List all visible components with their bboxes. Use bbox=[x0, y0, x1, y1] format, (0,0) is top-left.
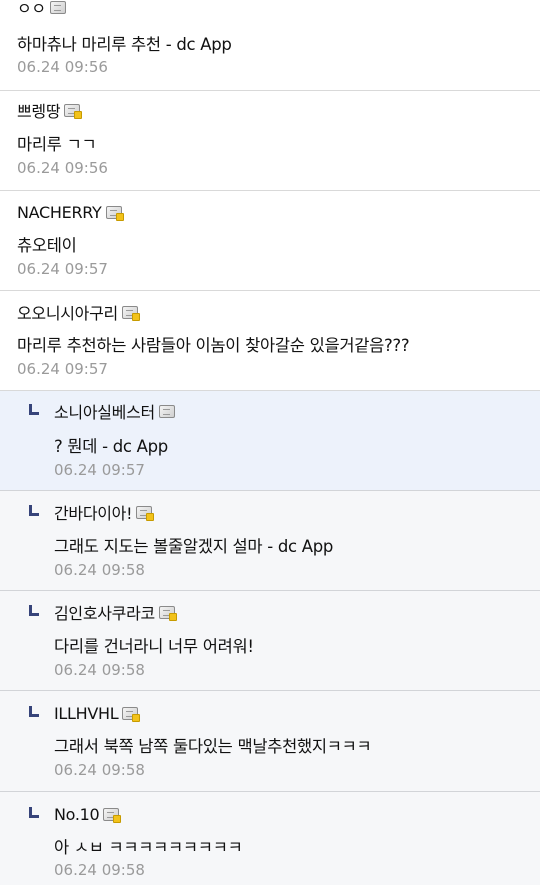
comment-text: 츄오테이 bbox=[17, 236, 77, 255]
comment-date: 06.24 09:57 bbox=[54, 461, 145, 479]
member-gold-icon bbox=[105, 205, 124, 221]
reply-item[interactable]: 간바다이아! 그래도 지도는 볼줄알겠지 설마 - dc App 06.24 0… bbox=[0, 491, 540, 591]
comment-text: 마리루 ㄱㄱ bbox=[17, 135, 97, 154]
reply-arrow-icon bbox=[29, 605, 39, 616]
comment-nickname[interactable]: 소니아실베스터 bbox=[54, 399, 155, 423]
comment-nickname[interactable]: 간바다이아! bbox=[54, 500, 133, 524]
member-gold-icon bbox=[121, 305, 140, 321]
member-icon bbox=[49, 0, 66, 14]
comment-date: 06.24 09:58 bbox=[54, 861, 145, 879]
comment-item[interactable]: 쁘렝땅 마리루 ㄱㄱ 06.24 09:56 bbox=[0, 91, 540, 191]
member-icon bbox=[158, 404, 175, 418]
member-gold-icon bbox=[64, 103, 83, 119]
comment-nickname[interactable]: 쁘렝땅 bbox=[17, 98, 61, 122]
comment-date: 06.24 09:58 bbox=[54, 561, 145, 579]
comment-nickname[interactable]: No.10 bbox=[54, 805, 100, 824]
reply-arrow-icon bbox=[29, 706, 39, 717]
member-gold-icon bbox=[122, 706, 141, 722]
member-gold-icon bbox=[136, 505, 155, 521]
reply-arrow-icon bbox=[29, 404, 39, 415]
comment-nickname[interactable]: ILLHVHL bbox=[54, 704, 119, 723]
comment-date: 06.24 09:56 bbox=[17, 58, 108, 76]
comment-date: 06.24 09:57 bbox=[17, 360, 108, 378]
reply-arrow-icon bbox=[29, 505, 39, 516]
reply-item[interactable]: 소니아실베스터 ? 뭔데 - dc App 06.24 09:57 bbox=[0, 391, 540, 491]
comment-item[interactable]: ㅇㅇ 하마츄나 마리루 추천 - dc App 06.24 09:56 bbox=[0, 0, 540, 91]
member-gold-icon bbox=[103, 807, 122, 823]
comment-text: 아 ㅅㅂ ㅋㅋㅋㅋㅋㅋㅋㅋㅋ bbox=[54, 838, 243, 857]
comment-nickname[interactable]: ㅇㅇ bbox=[17, 0, 46, 19]
comment-header: 쁘렝땅 bbox=[17, 98, 83, 122]
comment-text: 그래도 지도는 볼줄알겠지 설마 - dc App bbox=[54, 537, 334, 556]
comment-item[interactable]: NACHERRY 츄오테이 06.24 09:57 bbox=[0, 191, 540, 291]
comment-text: ? 뭔데 - dc App bbox=[54, 437, 168, 456]
comment-date: 06.24 09:57 bbox=[17, 260, 108, 278]
comment-nickname[interactable]: 오오니시아구리 bbox=[17, 300, 118, 324]
reply-item[interactable]: ILLHVHL 그래서 북쪽 남쪽 둘다있는 맥날추천했지ㅋㅋㅋ 06.24 0… bbox=[0, 691, 540, 792]
comment-header: NACHERRY bbox=[17, 201, 124, 223]
comment-nickname[interactable]: 김인호사쿠라코 bbox=[54, 600, 155, 624]
comment-date: 06.24 09:56 bbox=[17, 159, 108, 177]
comment-header: 소니아실베스터 bbox=[29, 400, 175, 422]
comment-nickname[interactable]: NACHERRY bbox=[17, 203, 102, 222]
comment-header: 간바다이아! bbox=[29, 500, 155, 524]
comment-header: ㅇㅇ bbox=[17, 0, 66, 18]
comment-text: 마리루 추천하는 사람들아 이놈이 찾아갈순 있을거같음??? bbox=[17, 336, 410, 355]
comment-header: No.10 bbox=[29, 803, 122, 825]
comment-text: 하마츄나 마리루 추천 - dc App bbox=[17, 35, 232, 54]
comment-header: 오오니시아구리 bbox=[17, 300, 140, 324]
comment-header: ILLHVHL bbox=[29, 702, 141, 724]
reply-arrow-icon bbox=[29, 807, 39, 818]
comment-date: 06.24 09:58 bbox=[54, 761, 145, 779]
comment-text: 다리를 건너라니 너무 어려워! bbox=[54, 637, 254, 656]
comment-text: 그래서 북쪽 남쪽 둘다있는 맥날추천했지ㅋㅋㅋ bbox=[54, 737, 372, 756]
comment-header: 김인호사쿠라코 bbox=[29, 600, 177, 624]
reply-item[interactable]: 김인호사쿠라코 다리를 건너라니 너무 어려워! 06.24 09:58 bbox=[0, 591, 540, 691]
comment-date: 06.24 09:58 bbox=[54, 661, 145, 679]
comment-item[interactable]: 오오니시아구리 마리루 추천하는 사람들아 이놈이 찾아갈순 있을거같음??? … bbox=[0, 291, 540, 391]
reply-item[interactable]: No.10 아 ㅅㅂ ㅋㅋㅋㅋㅋㅋㅋㅋㅋ 06.24 09:58 bbox=[0, 792, 540, 885]
member-gold-icon bbox=[158, 605, 177, 621]
